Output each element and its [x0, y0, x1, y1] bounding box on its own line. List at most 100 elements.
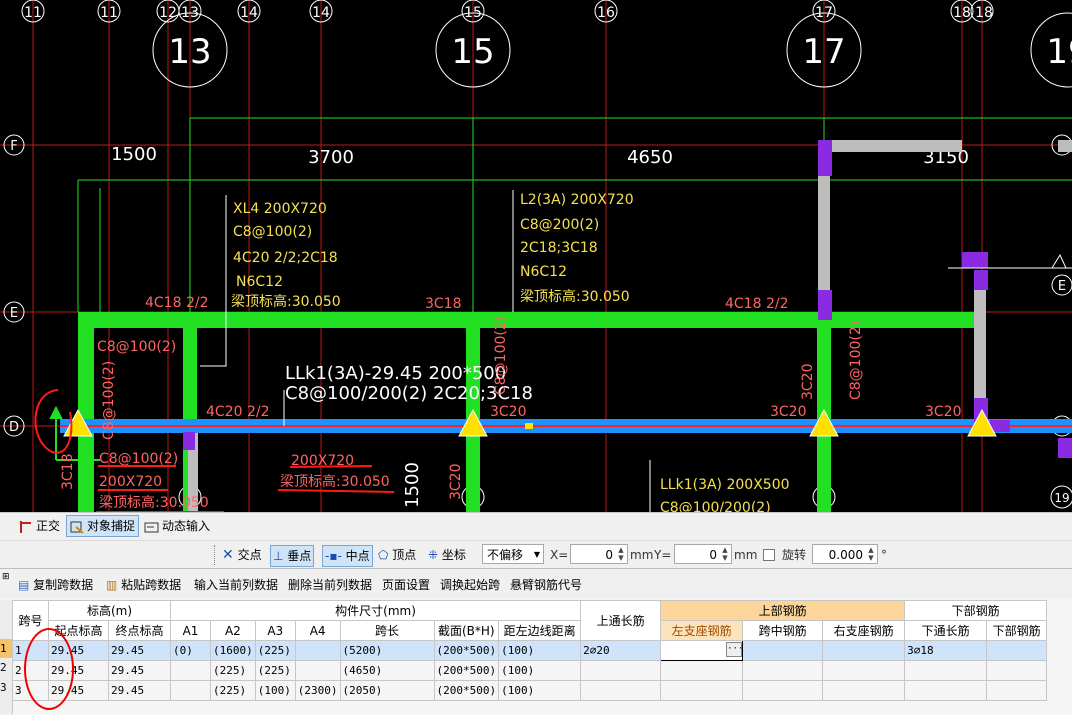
table-cell-bot-long[interactable] — [904, 660, 988, 681]
row-number[interactable]: 1 — [0, 639, 12, 658]
rotate-input[interactable]: 0.000 ▲ ▼ — [812, 544, 878, 564]
table-cell-a2[interactable]: (1600) — [210, 640, 256, 661]
table-cell-end[interactable]: 29.45 — [108, 660, 171, 681]
table-cell-right[interactable] — [822, 680, 906, 701]
rotate-checkbox[interactable] — [763, 549, 775, 561]
degree-symbol: ° — [881, 548, 887, 562]
table-cell-a4[interactable]: (2300) — [294, 680, 341, 701]
annot-text: N6C12 — [236, 274, 283, 290]
axis-label: 18 — [953, 5, 971, 21]
table-cell-top-long[interactable] — [580, 660, 662, 681]
delete-column-button[interactable]: 删除当前列数据 — [288, 576, 372, 594]
table-cell-a1[interactable] — [170, 680, 211, 701]
annot-red: 4C18 2/2 — [725, 296, 788, 312]
table-row[interactable]: 3 29.45 29.45 (225) (100) (2300) (2050) (200*50… — [12, 680, 1048, 701]
coordinate-snap[interactable]: ⁜ 坐标 — [428, 545, 466, 565]
table-cell-a2[interactable]: (225) — [210, 660, 256, 681]
midpoint-snap[interactable]: -▪- 中点 — [322, 545, 373, 567]
table-cell-bot-long[interactable] — [904, 680, 988, 701]
table-cell-end[interactable]: 29.45 — [108, 680, 171, 701]
axis-row-label: F — [10, 139, 17, 154]
table-cell-bot[interactable] — [986, 660, 1048, 681]
table-cell-dist[interactable]: (100) — [498, 660, 582, 681]
table-cell-top-long[interactable]: 2⌀20 — [580, 640, 662, 661]
table-cell-end[interactable]: 29.45 — [108, 640, 171, 661]
osnap-toggle[interactable]: 对象捕捉 — [66, 515, 140, 537]
annot-red-vertical: C8@100(2) — [101, 361, 117, 440]
table-cell-len[interactable]: (4650) — [339, 660, 435, 681]
table-cell-right[interactable] — [822, 640, 906, 661]
annot-text: 梁顶标高:30.050 — [231, 293, 341, 310]
table-cell-a1[interactable] — [170, 660, 211, 681]
ortho-label: 正交 — [36, 519, 61, 533]
table-cell-bot[interactable] — [986, 640, 1048, 661]
ellipsis-button[interactable]: ··· — [726, 642, 742, 657]
x-input[interactable]: 0 ▲ ▼ — [570, 544, 628, 564]
table-cell-a3[interactable]: (225) — [254, 640, 296, 661]
dyninput-label: 动态输入 — [162, 519, 211, 533]
intersection-snap[interactable]: ✕ 交点 — [222, 545, 262, 565]
axis-label: 18 — [975, 5, 993, 21]
table-cell-mid[interactable] — [742, 680, 824, 701]
annot-red: 梁顶标高:30.050 — [99, 494, 209, 511]
axis-big-label: 17 — [802, 32, 845, 72]
table-cell-left[interactable]: ··· — [660, 640, 744, 661]
table-row[interactable]: 1 29.45 29.45 (0) (1600) (225) (5200) (200*500)… — [12, 640, 1048, 661]
copy-span-button[interactable]: ▤ 复制跨数据 — [18, 576, 93, 594]
table-cell-bot-long[interactable]: 3⌀18 — [904, 640, 988, 661]
spin-icon[interactable]: ▲ ▼ — [866, 546, 876, 562]
dimension-text: 4650 — [627, 147, 673, 168]
annot-red-vertical: C8@100(2) — [848, 321, 864, 400]
col-bottom-rebar-header: 下部钢筋 — [904, 600, 1048, 621]
swap-start-button[interactable]: 调换起始跨 — [440, 576, 500, 594]
table-cell-a3[interactable]: (225) — [254, 660, 296, 681]
table-cell-left[interactable] — [660, 680, 744, 701]
input-column-button[interactable]: 输入当前列数据 — [194, 576, 278, 594]
dyninput-icon — [144, 522, 159, 532]
spin-icon[interactable]: ▲ ▼ — [720, 546, 730, 562]
table-cell-mid[interactable] — [742, 660, 824, 681]
row-number[interactable]: 2 — [0, 658, 12, 678]
y-value: 0 — [709, 548, 717, 562]
page-setup-button[interactable]: 页面设置 — [382, 576, 430, 594]
table-cell-mid[interactable] — [742, 640, 824, 661]
table-cell-a3[interactable]: (100) — [254, 680, 296, 701]
red-markup-ellipse — [24, 628, 74, 710]
dyninput-toggle[interactable]: 动态输入 — [142, 516, 213, 536]
table-cell-right[interactable] — [822, 660, 906, 681]
spin-icon[interactable]: ▲ ▼ — [616, 546, 626, 562]
cad-drawing-canvas[interactable]: 11 11 12 13 14 14 15 16 17 18 18 13 15 1… — [0, 0, 1072, 512]
axis-row-label: E — [1058, 279, 1066, 294]
dimension-text: 1500 — [402, 462, 423, 508]
paste-span-button[interactable]: ▥ 粘贴跨数据 — [106, 576, 181, 594]
axis-big-label: 13 — [168, 32, 211, 72]
row-number[interactable]: 3 — [0, 678, 12, 698]
table-cell-len[interactable]: (2050) — [339, 680, 435, 701]
y-input[interactable]: 0 ▲ ▼ — [674, 544, 732, 564]
cad-svg[interactable]: 11 11 12 13 14 14 15 16 17 18 18 13 15 1… — [0, 0, 1072, 512]
perpendicular-snap[interactable]: ⊥ 垂点 — [270, 545, 315, 567]
table-cell-sec[interactable]: (200*500) — [433, 660, 500, 681]
table-cell-sec[interactable]: (200*500) — [433, 680, 500, 701]
table-cell-a4[interactable] — [294, 660, 341, 681]
table-cell-dist[interactable]: (100) — [498, 640, 582, 661]
table-cell-a4[interactable] — [294, 640, 341, 661]
intersection-icon: ✕ — [222, 547, 234, 563]
table-cell-dist[interactable]: (100) — [498, 680, 582, 701]
table-cell-a1[interactable]: (0) — [170, 640, 211, 661]
table-cell-a2[interactable]: (225) — [210, 680, 256, 701]
col-header: 跨长 — [339, 620, 435, 641]
panel-grip-icon: ⊞ — [2, 572, 10, 582]
cantilever-code-button[interactable]: 悬臂钢筋代号 — [510, 576, 582, 594]
ortho-toggle[interactable]: 正交 — [16, 516, 63, 536]
table-cell-sec[interactable]: (200*500) — [433, 640, 500, 661]
osnap-label: 对象捕捉 — [87, 519, 136, 533]
table-cell-top-long[interactable] — [580, 680, 662, 701]
vertex-snap[interactable]: ⬠ 顶点 — [378, 545, 416, 565]
table-cell-len[interactable]: (5200) — [339, 640, 435, 661]
table-row[interactable]: 2 29.45 29.45 (225) (225) (4650) (200*500) (100… — [12, 660, 1048, 681]
osnap-icon — [70, 521, 84, 534]
table-cell-bot[interactable] — [986, 680, 1048, 701]
table-cell-left[interactable] — [660, 660, 744, 681]
offset-mode-select[interactable]: 不偏移 ▼ — [482, 544, 544, 564]
